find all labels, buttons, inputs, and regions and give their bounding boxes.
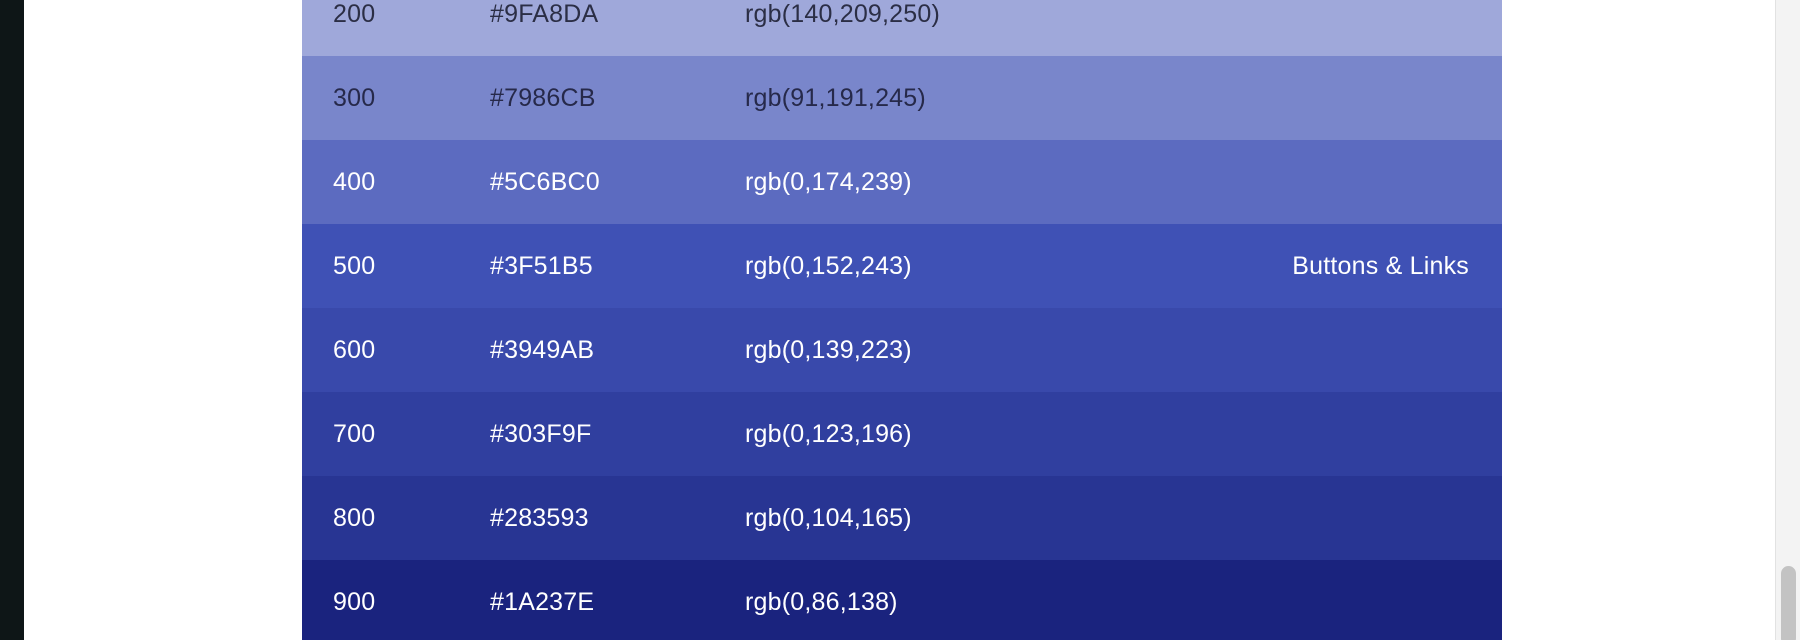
palette-row: 300 #7986CB rgb(91,191,245) — [302, 56, 1502, 140]
hex-value: #3949AB — [490, 335, 595, 364]
palette-row: 900 #1A237E rgb(0,86,138) — [302, 560, 1502, 640]
shade-label: 900 — [333, 587, 376, 616]
left-window-edge — [0, 0, 24, 640]
rgb-value: rgb(140,209,250) — [745, 0, 941, 28]
hex-value: #7986CB — [490, 83, 596, 112]
shade-label: 600 — [333, 335, 376, 364]
palette-row: 400 #5C6BC0 rgb(0,174,239) — [302, 140, 1502, 224]
hex-value: #5C6BC0 — [490, 167, 600, 196]
shade-label: 500 — [333, 251, 376, 280]
hex-value: #9FA8DA — [490, 0, 599, 28]
palette-row: 700 #303F9F rgb(0,123,196) — [302, 392, 1502, 476]
vertical-scrollbar[interactable] — [1775, 0, 1800, 640]
rgb-value: rgb(0,152,243) — [745, 251, 912, 280]
scrollbar-thumb[interactable] — [1781, 566, 1796, 640]
hex-value: #3F51B5 — [490, 251, 593, 280]
palette-row: 500 #3F51B5 rgb(0,152,243) Buttons & Lin… — [302, 224, 1502, 308]
rgb-value: rgb(0,174,239) — [745, 167, 912, 196]
shade-label: 400 — [333, 167, 376, 196]
usage-label: Buttons & Links — [1292, 251, 1469, 280]
shade-label: 300 — [333, 83, 376, 112]
rgb-value: rgb(0,123,196) — [745, 419, 912, 448]
hex-value: #283593 — [490, 503, 589, 532]
shade-label: 700 — [333, 419, 376, 448]
shade-label: 800 — [333, 503, 376, 532]
rgb-value: rgb(0,139,223) — [745, 335, 912, 364]
shade-label: 200 — [333, 0, 376, 28]
color-palette-table: 200 #9FA8DA rgb(140,209,250) 300 #7986CB… — [302, 0, 1502, 640]
hex-value: #1A237E — [490, 587, 595, 616]
palette-row: 200 #9FA8DA rgb(140,209,250) — [302, 0, 1502, 56]
rgb-value: rgb(0,104,165) — [745, 503, 912, 532]
palette-row: 600 #3949AB rgb(0,139,223) — [302, 308, 1502, 392]
rgb-value: rgb(91,191,245) — [745, 83, 926, 112]
rgb-value: rgb(0,86,138) — [745, 587, 898, 616]
hex-value: #303F9F — [490, 419, 592, 448]
page: 200 #9FA8DA rgb(140,209,250) 300 #7986CB… — [0, 0, 1800, 640]
palette-row: 800 #283593 rgb(0,104,165) — [302, 476, 1502, 560]
